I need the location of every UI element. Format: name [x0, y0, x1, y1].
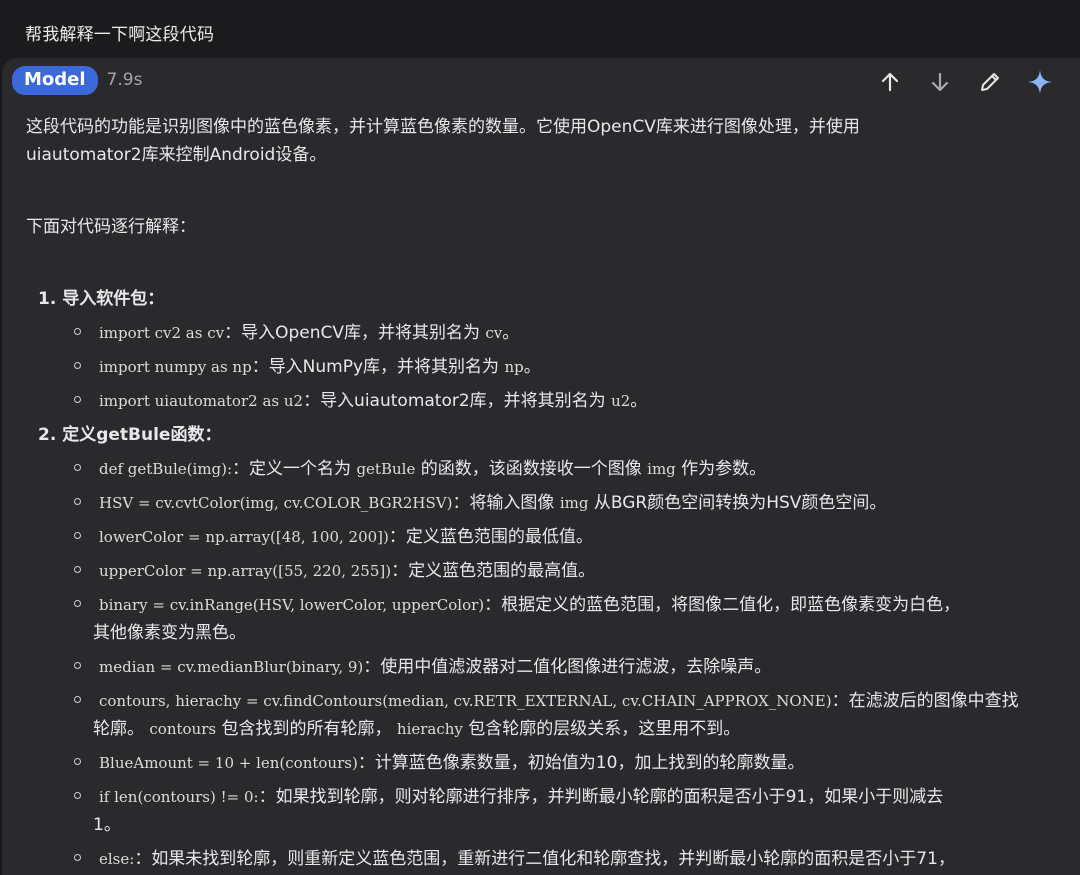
list-item: HSV = cv.cvtColor(img, cv.COLOR_BGR2HSV)… [26, 489, 1080, 523]
sparkle-icon [1028, 70, 1052, 94]
move-up-button[interactable] [872, 66, 908, 98]
bullet-circle-icon [74, 696, 81, 703]
model-response-card: Model 7.9s 这段代码的功能是识别图像中的蓝色像素，并计算蓝色像素的数量… [2, 58, 1080, 875]
bullet-circle-icon [74, 328, 81, 335]
list-item: lowerColor = np.array([48, 100, 200])：定义… [26, 523, 1080, 557]
section-title-1: 1. 导入软件包： [38, 289, 165, 309]
bullet-circle-icon [74, 662, 81, 669]
list-item-text: 将输入图像 [469, 493, 555, 513]
bullet-circle-icon [74, 396, 81, 403]
code-span: else: [99, 850, 135, 868]
code-span: hierachy [396, 720, 463, 738]
list-item-text: 根据定义的蓝色范围，将图像二值化，即蓝色像素变为白色， [501, 595, 961, 615]
bullet-circle-icon [74, 532, 81, 539]
list-item-text: 从BGR颜色空间转换为HSV颜色空间。 [593, 493, 887, 513]
response-time: 7.9s [106, 70, 143, 90]
code-span: def getBule(img): [99, 460, 233, 478]
bullet-circle-icon [74, 758, 81, 765]
code-span: median = cv.medianBlur(binary, 9) [99, 658, 364, 676]
list-item-line-2: 轮廓。 contours 包含找到的所有轮廓， hierachy 包含轮廓的层级… [93, 719, 741, 739]
list-item-text: 使用中值滤波器对二值化图像进行滤波，去除噪声。 [380, 657, 772, 677]
list-item: contours, hierachy = cv.findContours(med… [26, 687, 1080, 749]
bullet-circle-icon [74, 854, 81, 861]
list-item-text: 计算蓝色像素数量，初始值为10，加上找到的轮廓数量。 [374, 753, 805, 773]
bullet-circle-icon [74, 362, 81, 369]
list-item: else:：如果未找到轮廓，则重新定义蓝色范围，重新进行二值化和轮廓查找，并判断… [26, 845, 1080, 875]
sub-intro: 下面对代码逐行解释： [26, 217, 196, 237]
pencil-icon [981, 73, 999, 91]
move-down-button[interactable] [922, 66, 958, 98]
intro-line-1: 这段代码的功能是识别图像中的蓝色像素，并计算蓝色像素的数量。它使用OpenCV库… [26, 117, 860, 137]
list-item: binary = cv.inRange(HSV, lowerColor, upp… [26, 591, 1080, 653]
list-item-text: 导入OpenCV库，并将其别名为 [241, 323, 480, 343]
response-actions [872, 66, 1072, 98]
code-span: contours [149, 720, 217, 738]
list-item-text: 如果找到轮廓，则对轮廓进行排序，并判断最小轮廓的面积是否小于91，如果小于则减去 [275, 787, 944, 807]
code-span: contours, hierachy = cv.findContours(med… [99, 692, 832, 710]
user-prompt: 帮我解释一下啊这段代码 [25, 25, 215, 45]
list-item-text: 在滤波后的图像中查找 [848, 691, 1019, 711]
code-span: cv [485, 324, 503, 342]
list-item-text: 1。 [93, 815, 121, 835]
list-item-text: 作为参数。 [681, 459, 767, 479]
list-item-text: 如果未找到轮廓，则重新定义蓝色范围，重新进行二值化和轮廓查找，并判断最小轮廓的面… [151, 849, 955, 869]
bullet-circle-icon [74, 600, 81, 607]
bullet-circle-icon [74, 498, 81, 505]
response-header: Model 7.9s [12, 65, 142, 95]
code-span: BlueAmount = 10 + len(contours) [99, 754, 358, 772]
bullet-circle-icon [74, 566, 81, 573]
list-item: def getBule(img):：定义一个名为 getBule 的函数，该函数… [26, 455, 1080, 489]
bullet-circle-icon [74, 792, 81, 799]
code-span: import cv2 as cv [99, 324, 225, 342]
code-span: img [647, 460, 676, 478]
edit-button[interactable] [972, 66, 1008, 98]
list-item: if len(contours) != 0:：如果找到轮廓，则对轮廓进行排序，并… [26, 783, 1080, 845]
sparkle-button[interactable] [1022, 66, 1058, 98]
list-item-text: 定义一个名为 [249, 459, 352, 479]
list-item: upperColor = np.array([55, 220, 255])：定义… [26, 557, 1080, 591]
list-item-text: 的函数，该函数接收一个图像 [420, 459, 642, 479]
bullet-circle-icon [74, 464, 81, 471]
section-title-2: 2. 定义getBule函数： [38, 425, 222, 445]
code-span: u2 [611, 392, 631, 410]
arrow-down-icon [931, 72, 949, 92]
list-item: import uiautomator2 as u2：导入uiautomator2… [26, 387, 1080, 421]
model-badge: Model [12, 65, 98, 95]
list-item: import numpy as np：导入NumPy库，并将其别名为 np。 [26, 353, 1080, 387]
code-span: img [559, 494, 589, 512]
code-span: binary = cv.inRange(HSV, lowerColor, upp… [99, 596, 485, 614]
list-item: median = cv.medianBlur(binary, 9)：使用中值滤波… [26, 653, 1080, 687]
chat-page: 帮我解释一下啊这段代码 Model 7.9s 这段代码的功能是识别图像中的蓝色像… [0, 0, 1080, 875]
code-span: import uiautomator2 as u2 [99, 392, 304, 410]
code-span: if len(contours) != 0: [99, 788, 259, 806]
list-item-text: 其他像素变为黑色。 [93, 623, 246, 643]
code-span: np [504, 358, 524, 376]
list-item-text: 定义蓝色范围的最低值。 [405, 527, 593, 547]
list-item: BlueAmount = 10 + len(contours)：计算蓝色像素数量… [26, 749, 1080, 783]
list-item-text: 导入NumPy库，并将其别名为 [268, 357, 500, 377]
code-span: lowerColor = np.array([48, 100, 200]) [99, 528, 389, 546]
code-span: HSV = cv.cvtColor(img, cv.COLOR_BGR2HSV) [99, 494, 453, 512]
intro-line-2: uiautomator2库来控制Android设备。 [26, 145, 327, 165]
list-item-text: 定义蓝色范围的最高值。 [408, 561, 596, 581]
list-item: import cv2 as cv：导入OpenCV库，并将其别名为 cv。 [26, 319, 1080, 353]
list-item-text: 导入uiautomator2库，并将其别名为 [320, 391, 606, 411]
arrow-up-icon [881, 72, 899, 92]
code-span: getBule [356, 460, 416, 478]
code-span: upperColor = np.array([55, 220, 255]) [99, 562, 392, 580]
response-content: 这段代码的功能是识别图像中的蓝色像素，并计算蓝色像素的数量。它使用OpenCV库… [26, 113, 1080, 875]
code-span: import numpy as np [99, 358, 252, 376]
